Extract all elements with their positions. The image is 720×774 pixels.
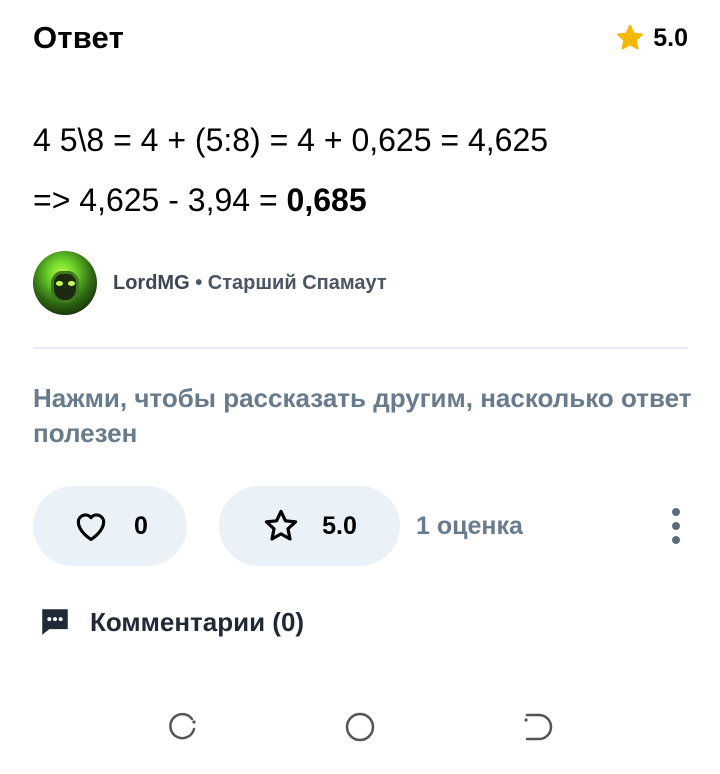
avatar-eye <box>56 281 63 286</box>
more-options-button[interactable] <box>664 502 688 550</box>
home-icon <box>345 712 375 742</box>
dot-icon <box>672 536 680 544</box>
page-title: Ответ <box>33 20 124 55</box>
rate-value: 5.0 <box>322 511 357 540</box>
likes-count: 0 <box>134 511 148 540</box>
answer-line-2: => 4,625 - 3,94 = 0,685 <box>33 170 690 230</box>
comment-icon <box>42 609 68 635</box>
heart-icon <box>76 513 106 542</box>
avatar-face <box>51 271 79 303</box>
comments-label: Комментарии (0) <box>90 606 305 637</box>
rating-value: 5.0 <box>653 23 688 52</box>
divider <box>33 347 688 349</box>
back-icon <box>524 713 553 741</box>
back-button[interactable] <box>515 707 555 747</box>
answer-line-1: 4 5\8 = 4 + (5:8) = 4 + 0,625 = 4,625 <box>33 122 549 158</box>
author-info: LordMG • Старший Спамаут <box>113 272 387 295</box>
answer-header: Ответ 5.0 <box>33 18 688 58</box>
home-button[interactable] <box>340 707 380 747</box>
helpfulness-prompt: Нажми, чтобы рассказать другим, наскольк… <box>33 383 692 448</box>
author-rank: Старший Спамаут <box>207 271 387 294</box>
avatar-eye <box>68 281 75 286</box>
like-button[interactable]: 0 <box>33 486 187 566</box>
star-outline-icon <box>264 509 298 541</box>
avatar[interactable] <box>33 251 97 315</box>
comments-toggle[interactable]: Комментарии (0) <box>38 604 304 640</box>
rate-button[interactable]: 5.0 <box>219 486 400 566</box>
answer-body: 4 5\8 = 4 + (5:8) = 4 + 0,625 = 4,625 =>… <box>33 110 690 230</box>
answer-line-2-prefix: => 4,625 - 3,94 = <box>33 182 287 218</box>
author-name[interactable]: LordMG <box>113 272 190 294</box>
dot-icon <box>672 522 680 530</box>
dot-icon <box>672 508 680 516</box>
author-row[interactable]: LordMG • Старший Спамаут <box>33 251 387 315</box>
recent-apps-button[interactable] <box>164 707 204 747</box>
ratings-count: 1 оценка <box>416 511 523 540</box>
answer-actions: 0 5.0 1 оценка <box>33 486 688 566</box>
system-nav-bar <box>0 700 720 754</box>
star-icon <box>617 24 644 50</box>
recent-apps-icon <box>169 712 196 740</box>
author-separator: • <box>195 271 203 294</box>
rating-badge: 5.0 <box>615 23 688 53</box>
answer-result: 0,685 <box>286 182 367 218</box>
